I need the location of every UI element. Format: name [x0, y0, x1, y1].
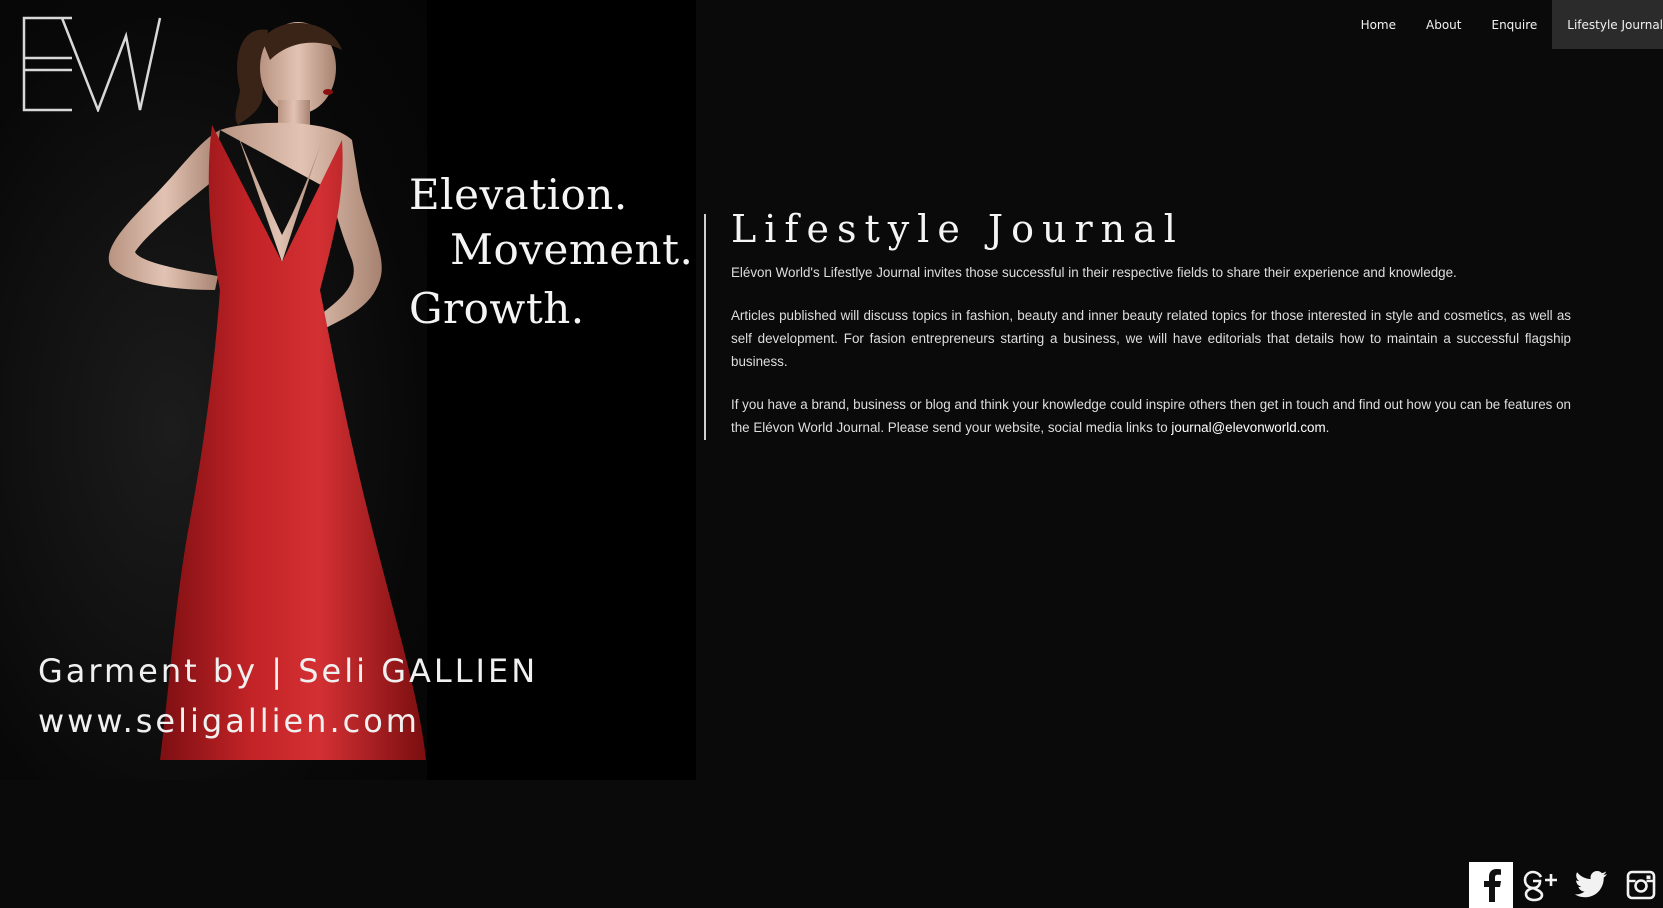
- instagram-icon: [1626, 870, 1656, 900]
- nav-lifestyle-journal[interactable]: Lifestyle Journal: [1552, 0, 1663, 49]
- garment-website-link[interactable]: www.seligallien.com: [38, 702, 420, 740]
- tagline-movement: Movement.: [450, 225, 694, 274]
- google-plus-link[interactable]: [1519, 862, 1563, 908]
- facebook-icon: [1484, 869, 1501, 902]
- facebook-link[interactable]: [1469, 862, 1513, 908]
- hero-section: Elevation. Movement. Growth. Garment by …: [0, 0, 696, 780]
- google-plus-icon: [1523, 870, 1557, 902]
- journal-content: Lifestyle Journal Elévon World's Lifestl…: [731, 207, 1571, 459]
- twitter-link[interactable]: [1569, 862, 1613, 908]
- garment-credit: Garment by | Seli GALLIEN: [38, 652, 539, 690]
- tagline-elevation: Elevation.: [409, 170, 628, 219]
- social-links: [1469, 862, 1663, 908]
- tagline-growth: Growth.: [409, 284, 585, 333]
- top-navigation: Home About Enquire Lifestyle Journal: [1346, 0, 1663, 49]
- twitter-icon: [1574, 871, 1607, 898]
- contact-text: If you have a brand, business or blog an…: [731, 396, 1571, 435]
- contact-text-end: .: [1325, 419, 1330, 435]
- instagram-link[interactable]: [1619, 862, 1663, 908]
- page-title: Lifestyle Journal: [731, 207, 1184, 251]
- ew-logo[interactable]: [22, 16, 162, 112]
- articles-paragraph: Articles published will discuss topics i…: [731, 307, 1571, 369]
- journal-email-link[interactable]: journal@elevonworld.com: [1171, 420, 1325, 435]
- intro-paragraph: Elévon World's Lifestlye Journal invites…: [731, 264, 1457, 280]
- contact-paragraph: If you have a brand, business or blog an…: [731, 393, 1571, 439]
- nav-about[interactable]: About: [1411, 0, 1476, 49]
- content-divider: [704, 214, 706, 440]
- nav-enquire[interactable]: Enquire: [1476, 0, 1552, 49]
- nav-home[interactable]: Home: [1346, 0, 1411, 49]
